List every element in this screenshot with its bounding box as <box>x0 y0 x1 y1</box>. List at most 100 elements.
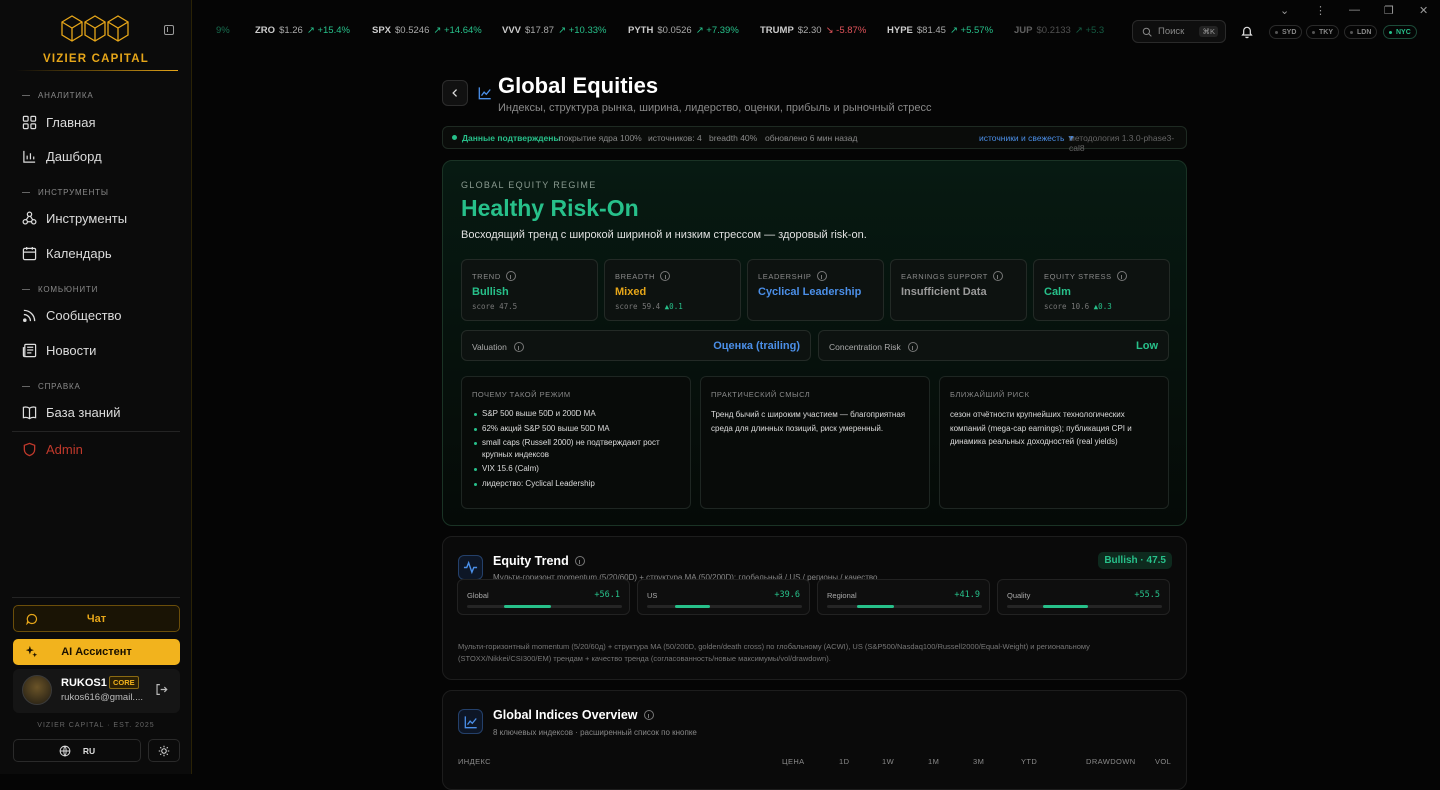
info-icon[interactable] <box>505 271 516 281</box>
sparkles-icon <box>25 645 38 658</box>
sidebar-item-calendar[interactable]: Календарь <box>22 243 112 263</box>
page-subtitle: Индексы, структура рынка, ширина, лидерс… <box>498 102 932 114</box>
sidebar-item-admin[interactable]: Admin <box>22 439 83 459</box>
bell-icon[interactable] <box>1240 24 1254 39</box>
chat-bubble-icon <box>26 613 38 625</box>
language-button[interactable]: RU <box>13 739 141 762</box>
updated-time: обновлено 6 мин назад <box>765 133 858 143</box>
panel-title: Equity Trend <box>493 554 569 568</box>
practical-meaning-card: ПРАКТИЧЕСКИЙ СМЫСЛ Тренд бычий с широким… <box>700 376 930 509</box>
timezone-ldn[interactable]: LDN <box>1344 25 1378 39</box>
window-menu-icon[interactable]: ⋮ <box>1315 4 1326 17</box>
sidebar-item-news[interactable]: Новости <box>22 340 96 360</box>
info-icon[interactable] <box>574 556 585 566</box>
ticker-item[interactable]: TRUMP $2.30 ↘ -5.87% <box>760 25 866 36</box>
language-label: RU <box>82 745 96 756</box>
column-header-1d[interactable]: 1D <box>839 757 849 766</box>
trend-value: +55.5 <box>1134 590 1160 600</box>
brand-name: VIZIER CAPITAL <box>42 53 150 65</box>
window-restore-icon[interactable]: ❐ <box>1384 4 1394 17</box>
trend-label: Regional <box>827 591 857 600</box>
window-minimize-icon[interactable]: — <box>1349 4 1360 16</box>
trend-methodology-note: Мульти-горизонтный momentum (5/20/60д) +… <box>458 642 1090 664</box>
ticker-item[interactable]: SPX $0.5246 ↗ +14.64% <box>372 25 482 36</box>
risk-text: сезон отчётности крупнейших технологичес… <box>950 410 1132 447</box>
trend-card-regional[interactable]: Regional +41.9 <box>817 579 990 615</box>
ticker-item[interactable]: VVV $17.87 ↗ +10.33% <box>502 25 606 36</box>
timezone-nyc[interactable]: NYC <box>1383 25 1417 39</box>
info-icon[interactable] <box>660 271 671 281</box>
metric-leadership[interactable]: LEADERSHIP Cyclical Leadership <box>747 259 884 321</box>
metric-equity-stress[interactable]: EQUITY STRESS Calm score 10.6 ▲0.3 <box>1033 259 1170 321</box>
info-icon[interactable] <box>992 271 1003 281</box>
metric-trend[interactable]: TREND Bullish score 47.5 <box>461 259 598 321</box>
sidebar-item-home[interactable]: Главная <box>22 112 95 132</box>
column-header-vol[interactable]: VOL <box>1155 757 1171 766</box>
search-input[interactable]: Поиск ⌘K <box>1132 20 1226 43</box>
column-header-index[interactable]: ИНДЕКС <box>458 757 491 766</box>
column-header-1m[interactable]: 1M <box>928 757 939 766</box>
shield-icon <box>23 442 36 456</box>
trend-bar-fill <box>1042 605 1088 608</box>
trend-value: +56.1 <box>594 590 620 600</box>
ai-assistant-button[interactable]: AI Ассистент <box>13 639 180 665</box>
core-coverage: покрытие ядра 100% <box>559 133 642 143</box>
network-icon <box>22 211 37 225</box>
trend-card-quality[interactable]: Quality +55.5 <box>997 579 1170 615</box>
regime-title: Healthy Risk-On <box>461 195 639 221</box>
list-item: S&P 500 выше 50D и 200D MA <box>474 408 684 420</box>
ticker-item[interactable]: HYPE $81.45 ↗ +5.57% <box>887 25 993 36</box>
column-header-1w[interactable]: 1W <box>882 757 894 766</box>
column-header-ytd[interactable]: YTD <box>1021 757 1037 766</box>
brand-logo[interactable]: VIZIER CAPITAL <box>0 0 192 76</box>
trend-bar-track <box>827 605 982 608</box>
brand-est: VIZIER CAPITAL · EST. 2025 <box>37 722 155 729</box>
theme-toggle[interactable] <box>148 739 180 762</box>
column-header-drawdown[interactable]: DRAWDOWN <box>1086 757 1136 766</box>
user-card[interactable]: RUKOS1 CORE rukos616@gmail.... <box>13 669 180 713</box>
window-chevron-icon[interactable]: ⌄ <box>1280 4 1289 17</box>
price-ticker[interactable]: 9% ZRO $1.26 ↗ +15.4% SPX $0.5246 ↗ +14.64% … <box>192 25 1122 39</box>
info-icon[interactable] <box>513 342 524 352</box>
chat-button[interactable]: Чат <box>13 605 180 632</box>
sidebar-item-knowledge-base[interactable]: База знаний <box>22 402 121 422</box>
sidebar-item-label: Дашборд <box>46 148 102 164</box>
search-shortcut: ⌘K <box>1199 26 1218 37</box>
metric-breadth[interactable]: BREADTH Mixed score 59.4 ▲0.1 <box>604 259 741 321</box>
metric-score: score 59.4 ▲0.1 <box>615 302 683 311</box>
window-close-icon[interactable]: ✕ <box>1419 4 1428 17</box>
metric-earnings-support[interactable]: EARNINGS SUPPORT Insufficient Data <box>890 259 1027 321</box>
bar-chart-icon <box>23 150 36 163</box>
panel-subtitle: 8 ключевых индексов · расширенный список… <box>493 728 697 737</box>
collapse-sidebar-icon[interactable] <box>164 25 174 35</box>
back-button[interactable] <box>442 80 468 106</box>
info-icon[interactable] <box>643 710 654 720</box>
sidebar-item-community[interactable]: Сообщество <box>22 305 122 325</box>
sidebar-item-dashboard[interactable]: Дашборд <box>22 146 102 166</box>
timezone-syd[interactable]: SYD <box>1269 25 1303 39</box>
chat-button-label: Чат <box>86 612 107 625</box>
info-icon[interactable] <box>816 271 827 281</box>
trend-card-us[interactable]: US +39.6 <box>637 579 810 615</box>
trend-card-global[interactable]: Global +56.1 <box>457 579 630 615</box>
logout-icon[interactable] <box>155 683 168 696</box>
info-icon[interactable] <box>907 342 918 352</box>
concentration-risk-row[interactable]: Concentration Risk Low <box>818 330 1169 361</box>
ticker-item[interactable]: PYTH $0.0526 ↗ +7.39% <box>628 25 739 36</box>
ticker-item[interactable]: JUP $0.2133 ↗ +5.3 <box>1014 25 1104 36</box>
sources-freshness-link[interactable]: источники и свежесть ▼ <box>979 133 1075 143</box>
top-bar: 9% ZRO $1.26 ↗ +15.4% SPX $0.5246 ↗ +14.64% … <box>192 0 1440 62</box>
calendar-icon <box>22 246 37 260</box>
sidebar-item-tools[interactable]: Инструменты <box>22 208 127 228</box>
ticker-item[interactable]: 9% <box>216 25 230 36</box>
methodology-version: методология 1.3.0-phase3-cal8 <box>1069 133 1175 153</box>
ticker-item[interactable]: ZRO $1.26 ↗ +15.4% <box>255 25 350 36</box>
timezone-tky[interactable]: TKY <box>1306 25 1339 39</box>
valuation-row[interactable]: Valuation Оценка (trailing) <box>461 330 811 361</box>
list-item: VIX 15.6 (Calm) <box>474 463 684 475</box>
user-email: rukos616@gmail.... <box>61 692 143 703</box>
info-icon[interactable] <box>1116 271 1127 281</box>
column-header-3m[interactable]: 3M <box>973 757 984 766</box>
sidebar-item-label: Главная <box>46 114 96 130</box>
column-header-price[interactable]: ЦЕНА <box>782 757 805 766</box>
